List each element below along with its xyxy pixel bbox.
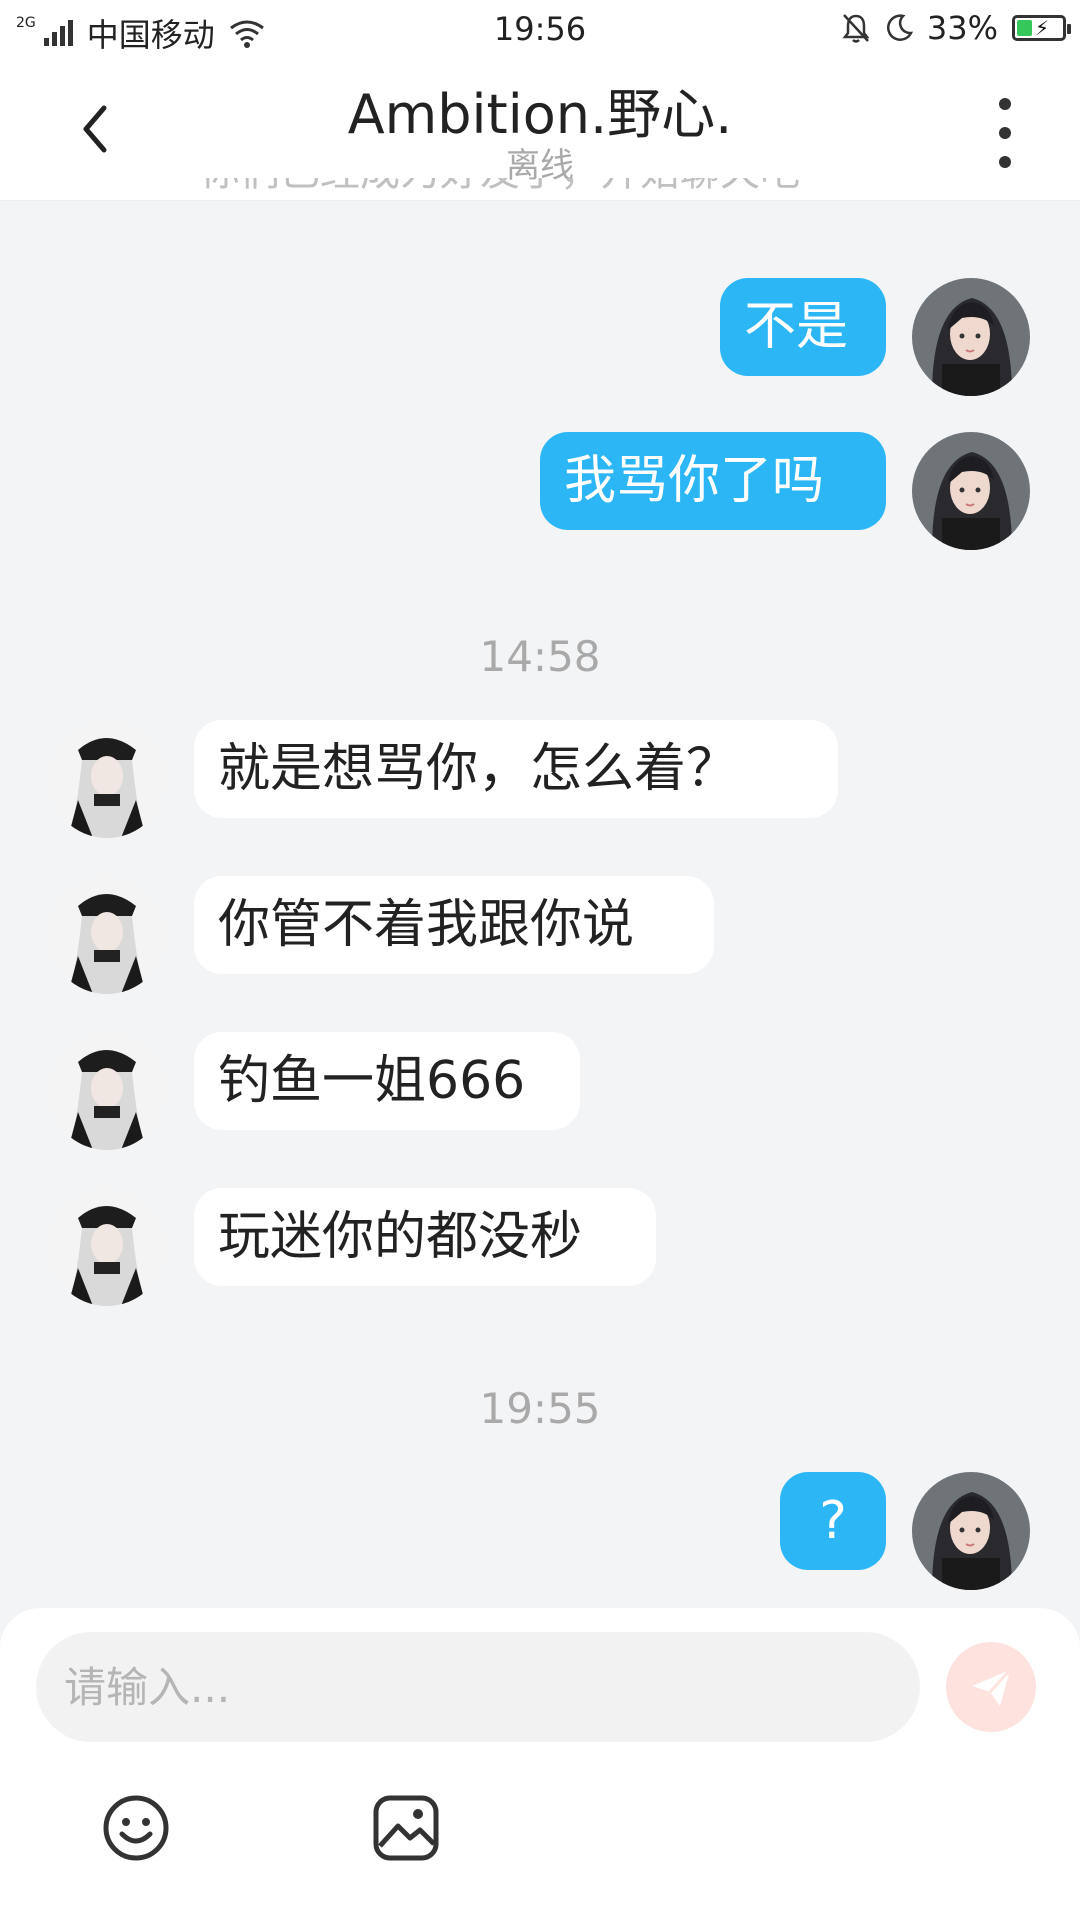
message-text: 钓鱼一姐666	[218, 1051, 526, 1111]
contact-avatar[interactable]	[48, 876, 166, 994]
message-text: 我骂你了吗	[564, 451, 825, 511]
message-input[interactable]	[36, 1632, 920, 1742]
contact-avatar[interactable]	[48, 1032, 166, 1150]
girl-avatar-icon	[912, 432, 1030, 550]
anime-avatar-icon	[48, 720, 166, 838]
more-options-button[interactable]	[990, 98, 1020, 168]
my-avatar[interactable]	[912, 432, 1030, 550]
message-bubble-incoming[interactable]: 钓鱼一姐666	[194, 1032, 580, 1130]
my-avatar[interactable]	[912, 278, 1030, 396]
message-bubble-incoming[interactable]: 就是想骂你，怎么着？	[194, 720, 838, 818]
dot	[999, 156, 1011, 168]
charging-bolt-icon: ⚡	[1035, 16, 1050, 40]
contact-avatar[interactable]	[48, 1188, 166, 1306]
anime-avatar-icon	[48, 1188, 166, 1306]
dot	[999, 127, 1011, 139]
message-timestamp: 14:58	[479, 632, 601, 681]
girl-avatar-icon	[912, 278, 1030, 396]
message-text: 不是	[744, 297, 849, 357]
message-bubble-incoming[interactable]: 玩迷你的都没秒	[194, 1188, 656, 1286]
anime-avatar-icon	[48, 1032, 166, 1150]
girl-avatar-icon	[912, 1472, 1030, 1590]
battery-icon: ⚡	[1012, 15, 1071, 41]
emoji-icon[interactable]	[100, 1792, 172, 1864]
message-text: 你管不着我跟你说	[218, 895, 635, 955]
moon-icon	[886, 14, 913, 41]
status-right: 33% ⚡	[841, 9, 1071, 47]
my-avatar[interactable]	[912, 1472, 1030, 1590]
image-icon[interactable]	[370, 1792, 442, 1864]
message-bubble-outgoing[interactable]: ?	[780, 1472, 886, 1570]
message-text: 玩迷你的都没秒	[218, 1207, 583, 1267]
dot	[999, 98, 1011, 110]
battery-cap	[1067, 24, 1071, 34]
chat-screen: 2G 中国移动 19:56 33% ⚡ Ambition.野心. 离线 不是 我…	[0, 0, 1080, 1920]
status-bar: 2G 中国移动 19:56 33% ⚡	[0, 0, 1080, 58]
message-text: 就是想骂你，怎么着？	[218, 739, 739, 799]
message-timestamp: 19:55	[479, 1384, 601, 1433]
battery-percent: 33%	[926, 9, 998, 47]
system-message-cutoff: 你们已经成为好友了，开始聊天吧	[200, 178, 900, 202]
contact-avatar[interactable]	[48, 720, 166, 838]
battery-fill	[1017, 20, 1032, 36]
message-bubble-incoming[interactable]: 你管不着我跟你说	[194, 876, 714, 974]
message-text: ?	[819, 1491, 847, 1551]
message-bubble-outgoing[interactable]: 我骂你了吗	[540, 432, 886, 530]
silent-bell-icon	[842, 14, 870, 43]
send-button[interactable]	[946, 1642, 1036, 1732]
anime-avatar-icon	[48, 876, 166, 994]
paper-plane-icon	[972, 1668, 1012, 1706]
system-message-text: 你们已经成为好友了，开始聊天吧	[200, 178, 800, 195]
message-bubble-outgoing[interactable]: 不是	[720, 278, 886, 376]
input-panel	[0, 1608, 1080, 1920]
